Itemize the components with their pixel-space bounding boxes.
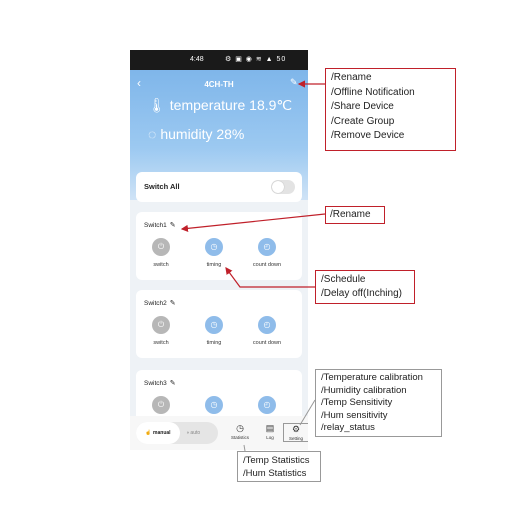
timing-delay-off-label: /Delay off(Inching)	[321, 288, 402, 299]
timing-annotation: /Schedule /Delay off(Inching)	[315, 270, 415, 304]
timing-schedule-label: /Schedule	[321, 274, 366, 285]
menu-remove-device: /Remove Device	[331, 130, 405, 141]
stats-hum-label: /Hum Statistics	[243, 468, 307, 479]
menu-create-group: /Create Group	[331, 115, 395, 127]
setting-humidity-calibration: /Humidity calibration	[321, 384, 407, 396]
setting-temp-calibration: /Temperature calibration	[321, 372, 423, 383]
switch-rename-annotation: /Rename	[325, 206, 385, 224]
setting-relay-status: /relay_status	[321, 422, 375, 433]
setting-annotation: /Temperature calibration /Humidity calib…	[315, 369, 442, 437]
stats-temp-label: /Temp Statistics	[243, 455, 310, 466]
menu-offline-notification: /Offline Notification	[331, 86, 415, 98]
arrow-switch-rename	[180, 213, 326, 232]
menu-rename: /Rename	[331, 72, 372, 83]
arrow-timing	[225, 267, 315, 288]
device-menu-annotation: /Rename /Offline Notification /Share Dev…	[325, 68, 456, 151]
switch-rename-label: /Rename	[330, 209, 371, 220]
statistics-annotation: /Temp Statistics /Hum Statistics	[237, 451, 321, 482]
setting-hum-sensitivity: /Hum sensitivity	[321, 409, 388, 421]
connector-setting	[299, 399, 316, 426]
menu-share-device: /Share Device	[331, 101, 394, 112]
setting-temp-sensitivity: /Temp Sensitivity	[321, 397, 393, 408]
